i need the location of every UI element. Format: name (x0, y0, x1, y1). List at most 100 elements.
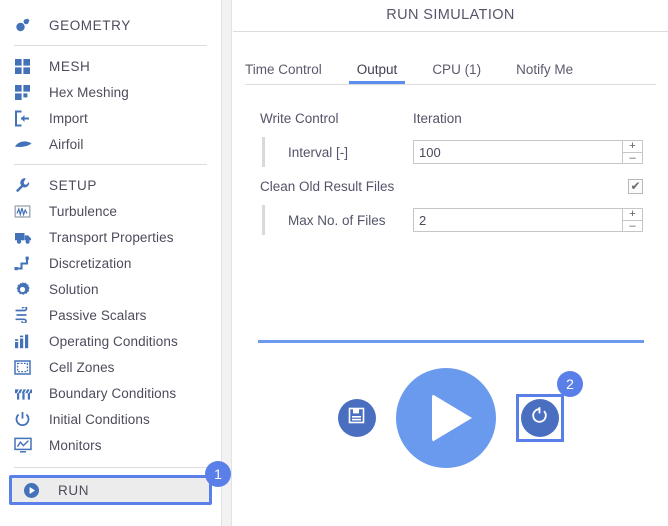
max-no-of-files-label: Max No. of Files (288, 212, 386, 228)
initial-conditions-icon (14, 408, 40, 430)
sidebar-item-label: Monitors (49, 437, 102, 453)
transport-properties-icon (14, 226, 40, 248)
sidebar-item-setup[interactable]: SETUP (0, 172, 221, 198)
sidebar-item-label: Transport Properties (49, 229, 174, 245)
sidebar-item-discretization[interactable]: Discretization (0, 250, 221, 276)
navigation-sidebar: GEOMETRY MESH Hex Meshing Import Airfoil… (0, 0, 221, 526)
interval-input[interactable] (413, 140, 622, 164)
sidebar-item-solution[interactable]: Solution (0, 276, 221, 302)
max-no-of-files-stepper-buttons: + – (622, 208, 643, 232)
clean-old-result-files-row: Clean Old Result Files ✔ (233, 169, 668, 203)
sidebar-item-operating-conditions[interactable]: Operating Conditions (0, 328, 221, 354)
tab-notify-me[interactable]: Notify Me (516, 62, 573, 84)
turbulence-icon (14, 200, 40, 222)
annotation-badge-2: 2 (557, 371, 583, 397)
save-simulation-button[interactable] (337, 399, 376, 437)
reset-button-highlight (515, 394, 564, 442)
play-icon (431, 394, 472, 442)
application-window: GEOMETRY MESH Hex Meshing Import Airfoil… (0, 0, 668, 526)
actions-divider (258, 340, 644, 343)
tab-bar: Time Control Output CPU (1) Notify Me (233, 48, 668, 84)
nav-group-geometry: GEOMETRY (0, 12, 221, 38)
sidebar-item-initial-conditions[interactable]: Initial Conditions (0, 406, 221, 432)
interval-row: Interval [-] + – (233, 135, 668, 169)
wrench-icon (14, 174, 40, 196)
sidebar-item-label: Cell Zones (49, 359, 115, 375)
sidebar-item-label: Airfoil (49, 136, 84, 152)
sidebar-item-monitors[interactable]: Monitors (0, 432, 221, 458)
monitors-icon (14, 434, 40, 456)
sidebar-item-label: GEOMETRY (49, 17, 131, 33)
write-control-row: Write Control Iteration (233, 101, 668, 135)
sidebar-item-label: Passive Scalars (49, 307, 147, 323)
interval-decrement-button[interactable]: – (622, 151, 643, 164)
sidebar-item-label: MESH (49, 58, 91, 74)
write-control-label: Write Control (260, 110, 339, 126)
sidebar-item-cell-zones[interactable]: Cell Zones (0, 354, 221, 380)
floppy-disk-icon (348, 407, 365, 429)
sidebar-item-run[interactable]: RUN (9, 475, 212, 505)
sidebar-item-label: Initial Conditions (49, 411, 150, 427)
hex-meshing-icon (14, 81, 40, 103)
interval-label: Interval [-] (288, 144, 349, 160)
geometry-icon (14, 14, 40, 36)
nav-group-setup: SETUP Turbulence Transport Properties Di… (0, 172, 221, 458)
max-no-of-files-input[interactable] (413, 208, 622, 232)
sidebar-item-airfoil[interactable]: Airfoil (0, 131, 221, 157)
action-button-bar (233, 358, 668, 478)
sidebar-item-import[interactable]: Import (0, 105, 221, 131)
nav-group-mesh: MESH Hex Meshing Import Airfoil (0, 53, 221, 157)
reset-simulation-button[interactable] (520, 399, 559, 437)
sidebar-divider-3 (14, 467, 207, 468)
indent-marker (262, 205, 265, 235)
sidebar-item-mesh[interactable]: MESH (0, 53, 221, 79)
tab-cpu[interactable]: CPU (1) (432, 62, 481, 84)
gear-icon (14, 278, 40, 300)
max-no-of-files-row: Max No. of Files + – (233, 203, 668, 237)
run-simulation-panel: RUN SIMULATION Time Control Output CPU (… (233, 0, 668, 526)
discretization-icon (14, 252, 40, 274)
sidebar-item-turbulence[interactable]: Turbulence (0, 198, 221, 224)
title-divider (233, 31, 668, 32)
sidebar-item-boundary-conditions[interactable]: Boundary Conditions (0, 380, 221, 406)
sidebar-divider-1 (14, 45, 207, 46)
indent-marker (262, 137, 265, 167)
passive-scalars-icon (14, 304, 40, 326)
sidebar-item-label: RUN (58, 482, 90, 498)
sidebar-item-label: Discretization (49, 255, 132, 271)
sidebar-item-geometry[interactable]: GEOMETRY (0, 12, 221, 38)
run-play-icon (23, 482, 49, 499)
output-settings-form: Write Control Iteration Interval [-] + –… (233, 85, 668, 237)
sidebar-item-hex-meshing[interactable]: Hex Meshing (0, 79, 221, 105)
annotation-badge-1: 1 (205, 461, 231, 487)
operating-conditions-icon (14, 330, 40, 352)
mesh-icon (14, 55, 40, 77)
boundary-conditions-icon (14, 382, 40, 404)
cell-zones-icon (14, 356, 40, 378)
sidebar-item-label: Hex Meshing (49, 84, 129, 100)
sidebar-item-label: SETUP (49, 177, 98, 193)
sidebar-item-label: Operating Conditions (49, 333, 178, 349)
clean-old-result-files-label: Clean Old Result Files (260, 178, 395, 194)
max-no-of-files-stepper: + – (413, 208, 643, 232)
page-title: RUN SIMULATION (386, 7, 515, 23)
tab-output[interactable]: Output (348, 62, 405, 84)
sidebar-item-transport-properties[interactable]: Transport Properties (0, 224, 221, 250)
sidebar-item-label: Boundary Conditions (49, 385, 177, 401)
sidebar-item-label: Solution (49, 281, 99, 297)
interval-stepper-buttons: + – (622, 140, 643, 164)
airfoil-icon (14, 133, 40, 155)
sidebar-divider-2 (14, 164, 207, 165)
clean-old-result-files-checkbox[interactable]: ✔ (628, 178, 643, 194)
max-no-of-files-increment-button[interactable]: + (622, 208, 643, 220)
reset-icon (530, 406, 549, 430)
sidebar-item-passive-scalars[interactable]: Passive Scalars (0, 302, 221, 328)
write-control-value[interactable]: Iteration (413, 111, 462, 126)
sidebar-item-label: Import (49, 110, 88, 126)
sidebar-scrollbar-gutter[interactable] (221, 0, 232, 526)
max-no-of-files-decrement-button[interactable]: – (622, 219, 643, 232)
tab-time-control[interactable]: Time Control (245, 62, 322, 84)
import-icon (14, 107, 40, 129)
interval-increment-button[interactable]: + (622, 140, 643, 152)
run-simulation-button[interactable] (395, 368, 496, 468)
